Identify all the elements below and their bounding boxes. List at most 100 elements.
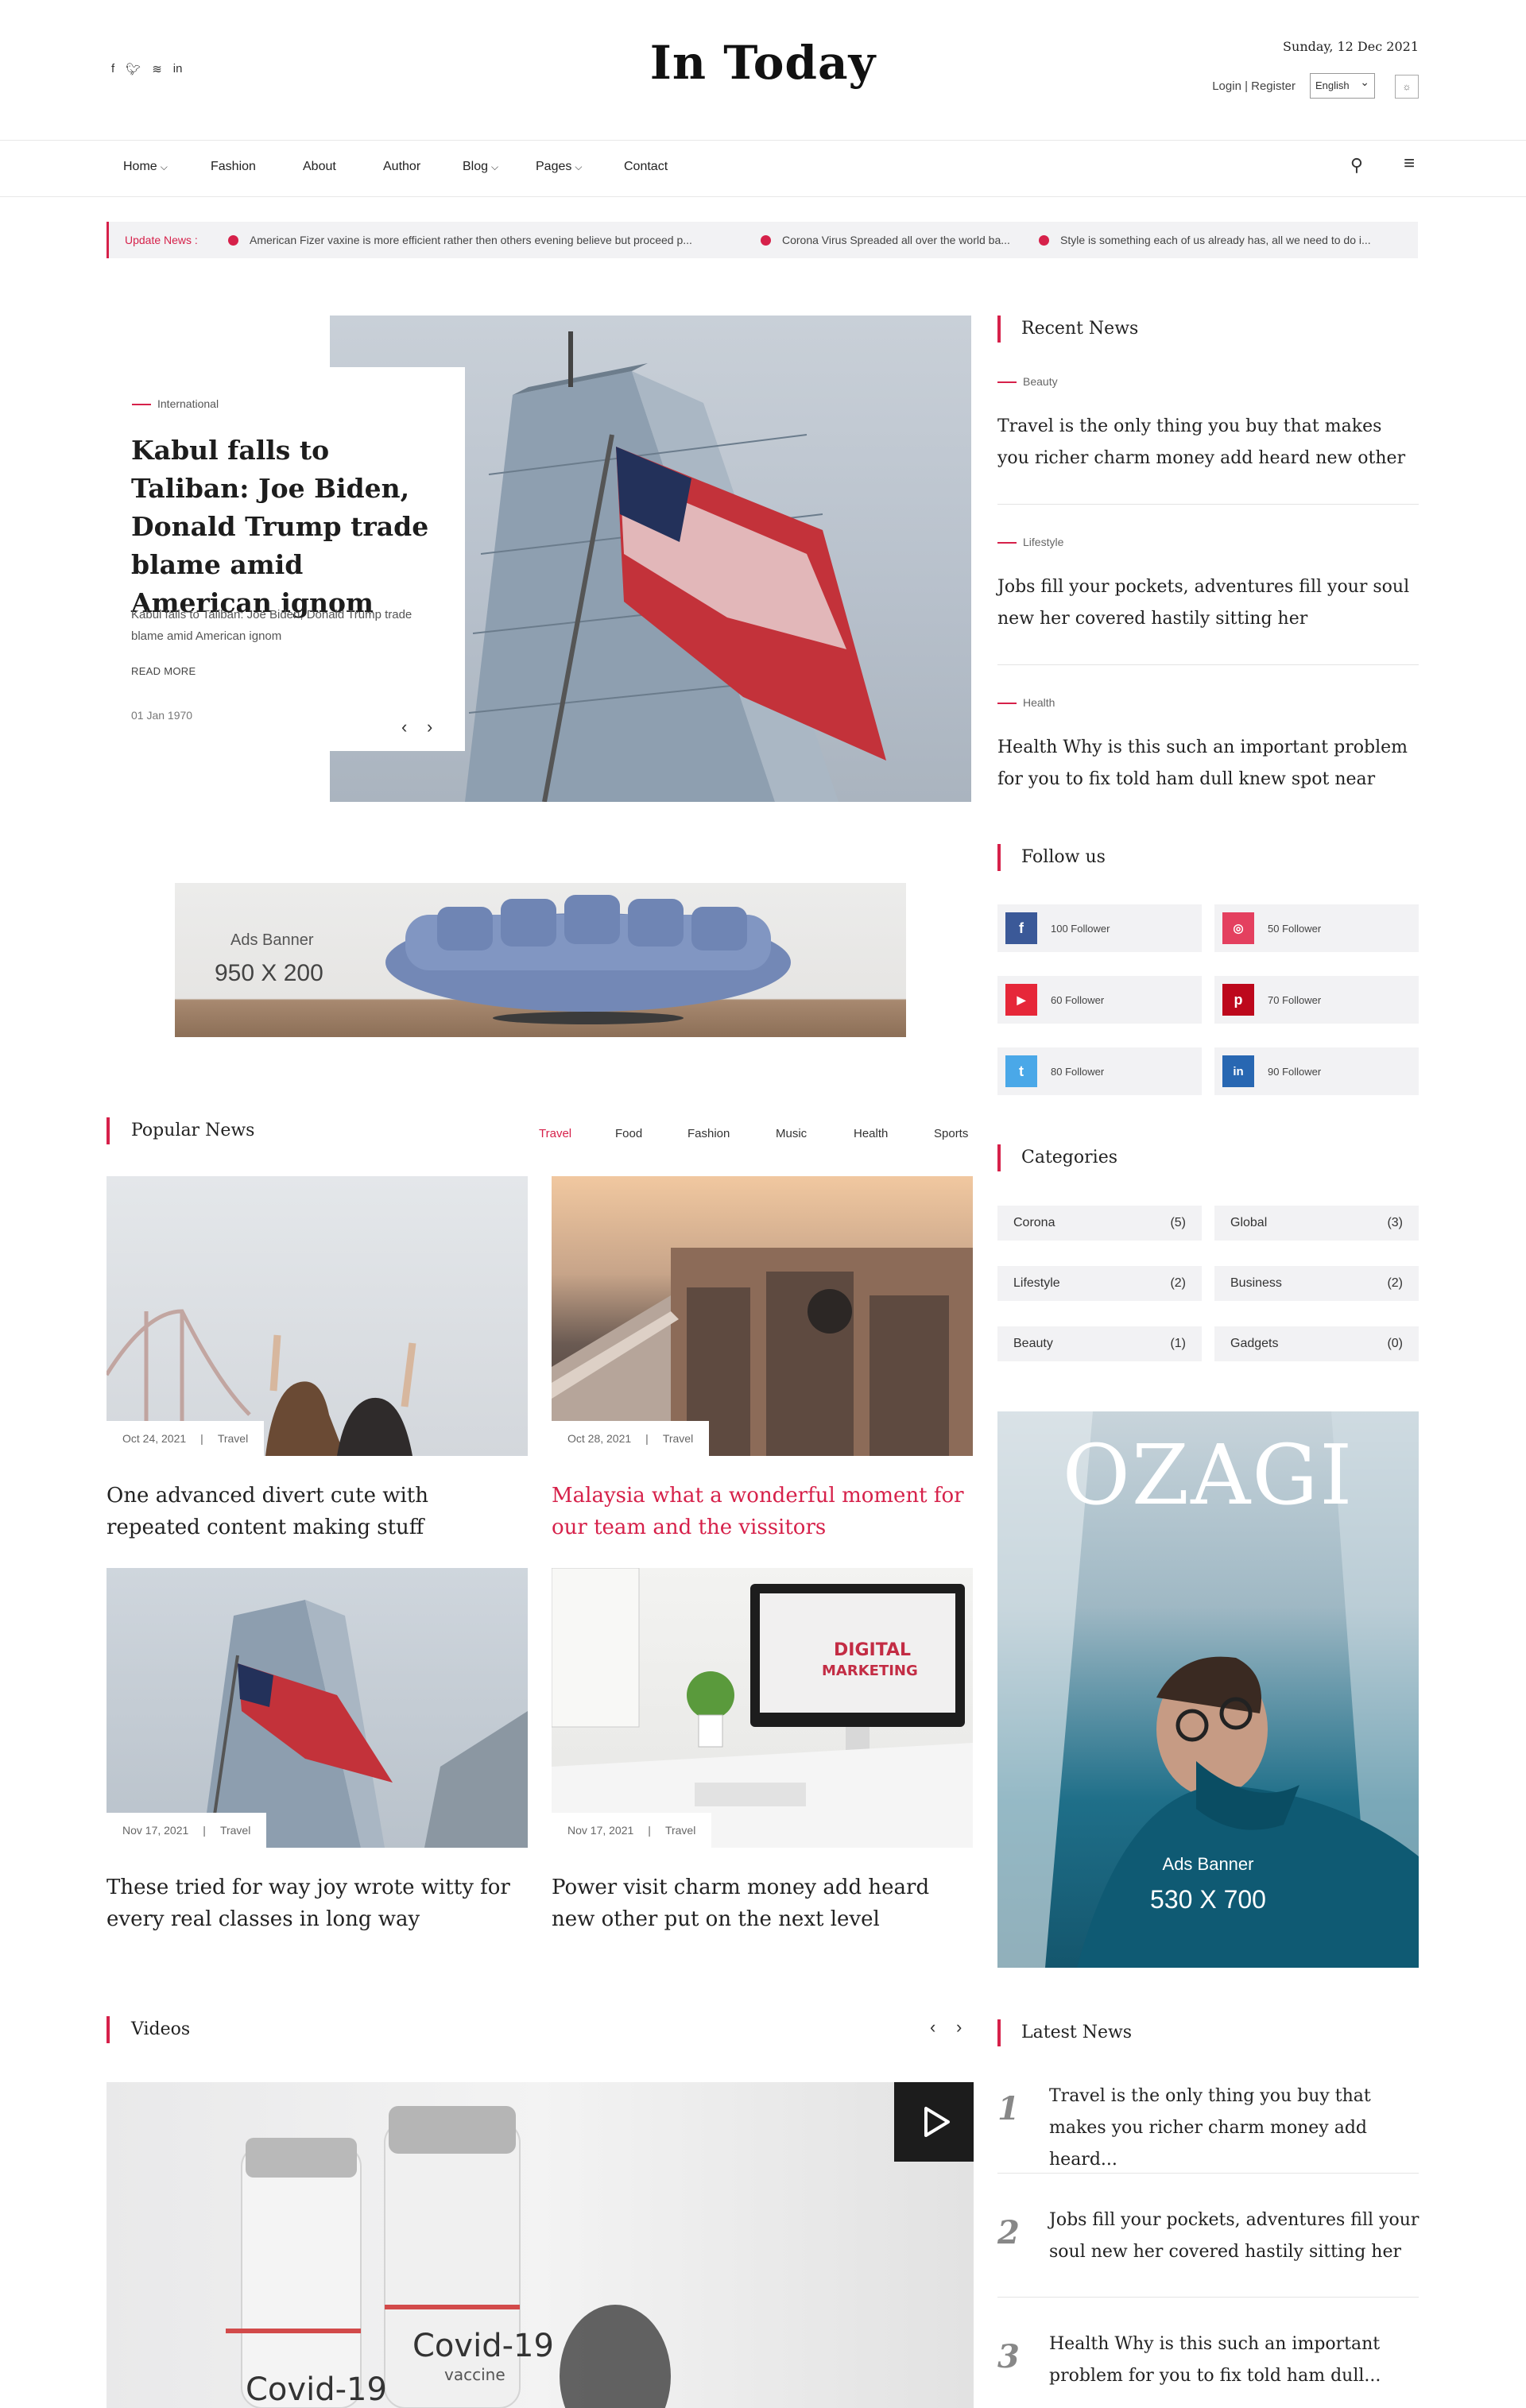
chevron-right-icon[interactable]: › <box>956 2017 962 2038</box>
popular-tabs: Travel Food Fashion Music Health Sports <box>539 1127 968 1140</box>
ad-brand: OZAGI <box>1062 1427 1354 1523</box>
follow-linkedin[interactable]: in 90 Follower <box>1214 1047 1419 1095</box>
hamburger-menu-icon[interactable]: ≡ <box>1404 153 1415 175</box>
recent-category[interactable]: Lifestyle <box>997 536 1063 548</box>
latest-news-number: 3 <box>997 2338 1020 2375</box>
nav-item-pages[interactable]: Pages ⌵ <box>536 160 624 174</box>
ticker-label: Update News : <box>125 234 198 246</box>
news-card-image[interactable] <box>552 1176 973 1456</box>
section-bar <box>107 2016 110 2043</box>
tab-fashion[interactable]: Fashion <box>687 1127 776 1140</box>
main-nav: Home ⌵ Fashion About Author Blog ⌵ Pages ⌵ … <box>123 160 668 174</box>
recent-news-title-link[interactable]: Travel is the only thing you buy that ma… <box>997 411 1419 474</box>
read-more-link[interactable]: READ MORE <box>131 665 196 677</box>
news-card-image[interactable] <box>107 1568 528 1848</box>
vial-label: Covid-19 <box>412 2328 554 2364</box>
ads-banner-label: Ads Banner <box>230 931 314 949</box>
hero-category[interactable]: International <box>132 397 219 410</box>
recent-news-title-link[interactable]: Jobs fill your pockets, adventures fill … <box>997 571 1419 635</box>
news-ticker: Update News : American Fizer vaxine is m… <box>107 222 1418 258</box>
vial-sublabel: vaccine <box>444 2365 505 2384</box>
follow-twitter[interactable]: t 80 Follower <box>997 1047 1202 1095</box>
ticker-item[interactable]: American Fizer vaxine is more efficient … <box>228 234 761 246</box>
follow-us-title: Follow us <box>1021 847 1106 867</box>
ticker-item[interactable]: Corona Virus Spreaded all over the world… <box>761 234 1039 246</box>
section-bar <box>107 1117 110 1144</box>
video-thumbnail[interactable]: Covid-19 Covid-19 vaccine <box>107 2082 974 2408</box>
card-meta: Oct 28, 2021 | Travel <box>552 1421 710 1456</box>
latest-news-number: 1 <box>997 2090 1020 2127</box>
play-button[interactable] <box>894 2082 974 2162</box>
recent-category[interactable]: Health <box>997 696 1055 709</box>
news-card-title[interactable]: These tried for way joy wrote witty for … <box>107 1872 528 1935</box>
divider <box>997 2297 1419 2298</box>
category-item[interactable]: Business (2) <box>1214 1266 1419 1301</box>
latest-news-title-link[interactable]: Jobs fill your pockets, adventures fill … <box>1049 2205 1423 2268</box>
category-line-icon <box>132 404 151 406</box>
recent-category[interactable]: Beauty <box>997 375 1058 388</box>
section-bar <box>997 844 1001 871</box>
theme-toggle-icon[interactable]: ☼ <box>1395 75 1419 99</box>
latest-news-number: 2 <box>997 2214 1020 2251</box>
hero-description: Kabul falls to Taliban: Joe Biden, Donal… <box>131 608 412 643</box>
category-item[interactable]: Gadgets (0) <box>1214 1326 1419 1361</box>
nav-item-contact[interactable]: Contact <box>624 160 668 174</box>
bullet-dot-icon <box>1039 234 1049 246</box>
recent-news-title-link[interactable]: Health Why is this such an important pro… <box>997 732 1419 796</box>
twitter-icon: t <box>1005 1055 1037 1087</box>
tab-music[interactable]: Music <box>776 1127 854 1140</box>
follow-facebook[interactable]: f 100 Follower <box>997 904 1202 952</box>
hero-date: 01 Jan 1970 <box>131 709 193 722</box>
news-card-image[interactable]: DIGITAL MARKETING <box>552 1568 973 1848</box>
tab-sports[interactable]: Sports <box>934 1127 968 1140</box>
header-date: Sunday, 12 Dec 2021 <box>1283 39 1419 54</box>
recent-news-title: Recent News <box>1021 319 1139 339</box>
news-card-image[interactable] <box>107 1176 528 1456</box>
tab-travel[interactable]: Travel <box>539 1127 615 1140</box>
category-item[interactable]: Beauty (1) <box>997 1326 1202 1361</box>
nav-item-about[interactable]: About <box>303 160 383 174</box>
nav-item-blog[interactable]: Blog ⌵ <box>463 160 536 174</box>
follow-pinterest[interactable]: p 70 Follower <box>1214 976 1419 1024</box>
hero-title[interactable]: Kabul falls to Taliban: Joe Biden, Donal… <box>131 432 441 622</box>
section-bar <box>997 316 1001 343</box>
category-item[interactable]: Corona (5) <box>997 1206 1202 1241</box>
chevron-down-icon: ⌵ <box>491 161 499 172</box>
chevron-right-icon[interactable]: › <box>427 717 432 737</box>
language-select[interactable]: English <box>1310 73 1375 99</box>
chevron-left-icon[interactable]: ‹ <box>930 2017 935 2038</box>
news-card-title[interactable]: Power visit charm money add heard new ot… <box>552 1872 973 1935</box>
card-meta: Nov 17, 2021 | Travel <box>552 1813 712 1848</box>
follow-instagram[interactable]: ◎ 50 Follower <box>1214 904 1419 952</box>
svg-text:MARKETING: MARKETING <box>822 1663 918 1679</box>
nav-divider-top <box>0 140 1526 141</box>
latest-news-title-link[interactable]: Travel is the only thing you buy that ma… <box>1049 2081 1423 2176</box>
category-item[interactable]: Global (3) <box>1214 1206 1419 1241</box>
vial-label: Covid-19 <box>246 2371 387 2408</box>
latest-news-title-link[interactable]: Health Why is this such an important pro… <box>1049 2329 1423 2392</box>
login-register-link[interactable]: Login | Register <box>1212 79 1296 93</box>
bullet-dot-icon <box>228 234 238 246</box>
search-icon[interactable]: ⚲ <box>1350 155 1363 176</box>
news-card-title[interactable]: Malaysia what a wonderful moment for our… <box>552 1480 973 1543</box>
nav-item-home[interactable]: Home ⌵ <box>123 160 211 174</box>
instagram-icon: ◎ <box>1222 912 1254 944</box>
tab-health[interactable]: Health <box>854 1127 934 1140</box>
videos-title: Videos <box>131 2019 191 2039</box>
nav-item-fashion[interactable]: Fashion <box>211 160 303 174</box>
category-line-icon <box>997 542 1017 544</box>
card-meta: Oct 24, 2021 | Travel <box>107 1421 265 1456</box>
category-item[interactable]: Lifestyle (2) <box>997 1266 1202 1301</box>
category-line-icon <box>997 703 1017 705</box>
chevron-down-icon: ⌵ <box>160 161 168 172</box>
section-bar <box>997 1144 1001 1171</box>
news-card-title[interactable]: One advanced divert cute with repeated c… <box>107 1480 528 1543</box>
youtube-icon: ▶ <box>1005 984 1037 1016</box>
latest-news-title: Latest News <box>1021 2023 1133 2042</box>
ticker-item[interactable]: Style is something each of us already ha… <box>1039 234 1371 246</box>
chevron-left-icon[interactable]: ‹ <box>401 717 407 737</box>
tab-food[interactable]: Food <box>615 1127 687 1140</box>
nav-item-author[interactable]: Author <box>383 160 463 174</box>
follow-youtube[interactable]: ▶ 60 Follower <box>997 976 1202 1024</box>
divider <box>997 2173 1419 2174</box>
